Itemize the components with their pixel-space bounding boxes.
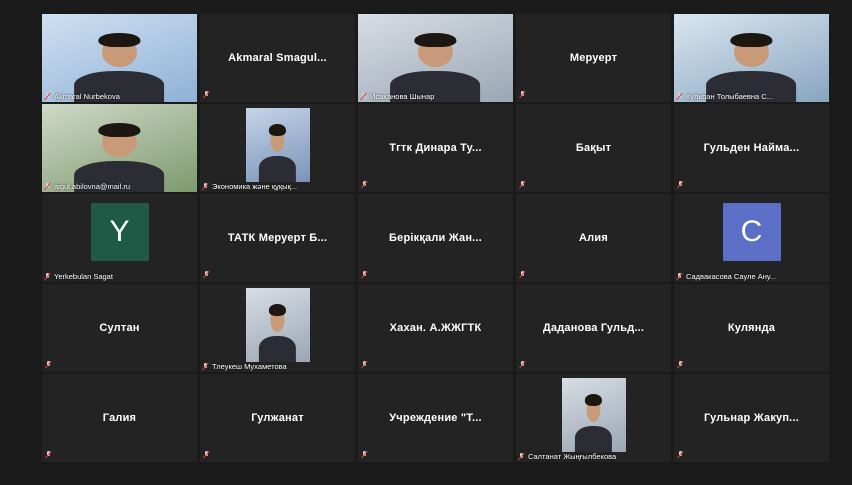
participant-tile[interactable]: Султан	[42, 284, 197, 372]
participant-name: Хахан. А.ЖЖГТК	[389, 322, 482, 334]
participant-name: Гулжанат	[251, 412, 304, 424]
participant-tile[interactable]: Гульнар Жакуп...	[674, 374, 829, 462]
participant-name: Бақыт	[575, 142, 612, 154]
mic-muted-icon	[519, 361, 526, 369]
mic-muted-icon	[44, 272, 51, 281]
participant-tile[interactable]: Хахан. А.ЖЖГТК	[358, 284, 513, 372]
participant-avatar: Y	[90, 203, 149, 261]
mic-muted-icon	[202, 182, 209, 191]
participant-video	[42, 14, 197, 102]
participant-name: aigul.abilovna@mail.ru	[54, 182, 130, 191]
participant-name: Галия	[102, 412, 137, 424]
participant-video	[674, 14, 829, 102]
mic-muted-icon	[519, 181, 526, 189]
participant-video	[245, 108, 310, 182]
mic-muted-icon	[361, 361, 368, 369]
participant-name-label: Исаханова Шынар	[360, 92, 434, 101]
participant-tile[interactable]: Даданова Гульд...	[516, 284, 671, 372]
mic-muted-icon	[518, 452, 525, 461]
participant-tile[interactable]: Исаханова Шынар	[358, 14, 513, 102]
participant-name-label: Akmaral Nurbekova	[44, 92, 120, 101]
participant-name: Кулянда	[727, 322, 776, 334]
mic-muted-icon	[519, 91, 526, 99]
participant-tile[interactable]: Учреждение "Т...	[358, 374, 513, 462]
participant-tile[interactable]: aigul.abilovna@mail.ru	[42, 104, 197, 192]
participant-tile[interactable]: Бақыт	[516, 104, 671, 192]
participant-tile[interactable]: Кульпан Толыбаевна С...	[674, 14, 829, 102]
participant-name: Салтанат Жыңғылбекова	[528, 452, 617, 461]
participant-name: Даданова Гульд...	[542, 322, 645, 334]
mic-muted-icon	[203, 271, 210, 279]
mic-muted-icon	[44, 182, 51, 191]
toolbar-strip	[0, 479, 852, 485]
participant-name-label: aigul.abilovna@mail.ru	[44, 182, 130, 191]
participant-name: Гульнар Жакуп...	[704, 412, 799, 424]
participant-tile[interactable]: Алия	[516, 194, 671, 282]
mic-muted-icon	[677, 361, 684, 369]
participant-name: Akmaral Smagul...	[228, 52, 327, 64]
mic-muted-icon	[677, 451, 684, 459]
participant-name-label: Экономика және құқық...	[202, 182, 297, 191]
participant-name: Султан	[99, 322, 140, 334]
participant-name: Садвакасова Сауле Ану...	[686, 272, 777, 281]
mic-muted-icon	[360, 92, 367, 101]
participant-name: Тгтк Динара Ту...	[389, 142, 482, 154]
participant-tile[interactable]: Тгтк Динара Ту...	[358, 104, 513, 192]
participant-video	[42, 104, 197, 192]
participant-name-label: Садвакасова Сауле Ану...	[676, 272, 776, 281]
participant-name: Гульден Найма...	[703, 142, 800, 154]
mic-muted-icon	[677, 181, 684, 189]
participant-tile[interactable]: C Садвакасова Сауле Ану...	[674, 194, 829, 282]
mic-muted-icon	[203, 91, 210, 99]
participant-tile[interactable]: Akmaral Nurbekova	[42, 14, 197, 102]
participant-tile[interactable]: Кулянда	[674, 284, 829, 372]
participant-name: Меруерт	[569, 52, 618, 64]
participant-name: Исаханова Шынар	[370, 92, 435, 101]
participant-tile[interactable]: Akmaral Smagul...	[200, 14, 355, 102]
mic-muted-icon	[519, 271, 526, 279]
participant-name: Экономика және құқық...	[212, 182, 298, 191]
participant-figure	[258, 303, 297, 362]
mic-muted-icon	[44, 92, 51, 101]
participant-tile[interactable]: Y Yerkebulan Sagat	[42, 194, 197, 282]
mic-muted-icon	[202, 362, 209, 371]
mic-muted-icon	[676, 92, 683, 101]
participant-tile[interactable]: ТАТК Меруерт Б...	[200, 194, 355, 282]
mic-muted-icon	[45, 361, 52, 369]
participant-name: Берікқали Жан...	[389, 232, 482, 244]
participant-name-label: Кульпан Толыбаевна С...	[676, 92, 773, 101]
mic-muted-icon	[203, 451, 210, 459]
participant-name: ТАТК Меруерт Б...	[227, 232, 328, 244]
participant-tile[interactable]: Экономика және құқық...	[200, 104, 355, 192]
mic-muted-icon	[361, 451, 368, 459]
participant-tile[interactable]: Гульден Найма...	[674, 104, 829, 192]
participant-name: Akmaral Nurbekova	[54, 92, 120, 101]
participant-figure	[574, 393, 613, 452]
participant-name: Тлеукеш Мухаметова	[212, 362, 287, 371]
participant-tile[interactable]: Берікқали Жан...	[358, 194, 513, 282]
participant-video	[561, 378, 626, 452]
participant-tile[interactable]: Тлеукеш Мухаметова	[200, 284, 355, 372]
mic-muted-icon	[676, 272, 683, 281]
participant-name-label: Yerkebulan Sagat	[44, 272, 113, 281]
participant-name: Алия	[579, 232, 608, 244]
participant-tile[interactable]: Галия	[42, 374, 197, 462]
participant-name-label: Салтанат Жыңғылбекова	[518, 452, 616, 461]
participant-tile[interactable]: Меруерт	[516, 14, 671, 102]
participant-name: Yerkebulan Sagat	[54, 272, 113, 281]
participant-name: Кульпан Толыбаевна С...	[686, 92, 773, 101]
mic-muted-icon	[361, 271, 368, 279]
mic-muted-icon	[361, 181, 368, 189]
mic-muted-icon	[45, 451, 52, 459]
participant-avatar: C	[722, 203, 781, 261]
participant-video	[358, 14, 513, 102]
participant-video	[245, 288, 310, 362]
participant-tile[interactable]: Салтанат Жыңғылбекова	[516, 374, 671, 462]
participant-name-label: Тлеукеш Мухаметова	[202, 362, 287, 371]
participant-grid: Akmaral Nurbekova Akmaral Smagul... Исахан…	[42, 14, 829, 462]
participant-figure	[258, 123, 297, 182]
participant-tile[interactable]: Гулжанат	[200, 374, 355, 462]
participant-name: Учреждение "Т...	[389, 412, 482, 424]
